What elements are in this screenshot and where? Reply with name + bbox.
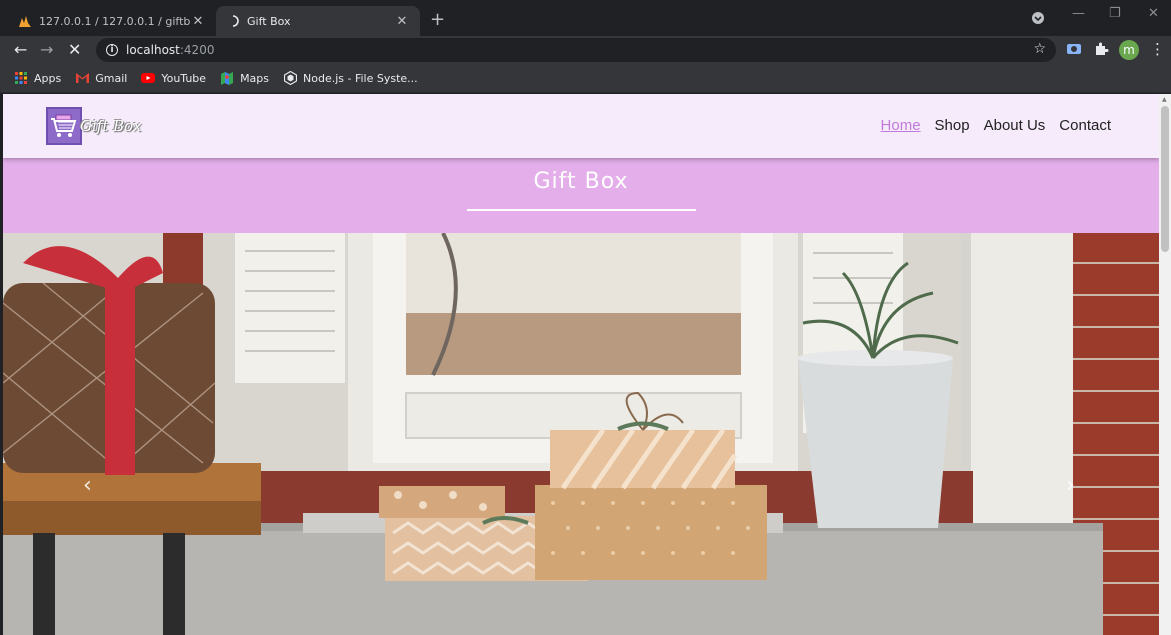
maps-icon (220, 71, 234, 85)
screen-capture-extension-icon[interactable] (1066, 41, 1082, 61)
page-viewport: Gift Box Home Shop About Us Contact Gift… (3, 94, 1159, 635)
bookmark-label: Apps (34, 71, 62, 85)
stop-loading-icon[interactable]: ✕ (68, 40, 81, 59)
profile-avatar[interactable]: m (1119, 40, 1139, 60)
tab-title: 127.0.0.1 / 127.0.0.1 / giftbox_db (39, 14, 190, 28)
browser-tab-strip: 127.0.0.1 / 127.0.0.1 / giftbox_db ✕ Gif… (0, 0, 1171, 36)
tab-search-icon[interactable] (1031, 11, 1045, 29)
carousel-next-icon[interactable]: › (1066, 473, 1075, 498)
browser-menu-icon[interactable]: ⋮ (1150, 40, 1165, 58)
forward-icon[interactable]: → (40, 40, 53, 59)
youtube-icon (141, 71, 156, 85)
minimize-icon[interactable]: — (1072, 6, 1085, 21)
close-tab-icon[interactable]: ✕ (190, 14, 206, 29)
tab-title: Gift Box (247, 14, 291, 28)
title-banner: Gift Box (3, 158, 1159, 233)
extensions-puzzle-icon[interactable] (1094, 41, 1109, 60)
hero-image (3, 233, 1159, 635)
bookmark-gmail[interactable]: Gmail (75, 71, 127, 85)
bookmark-label: Gmail (95, 71, 128, 85)
site-header: Gift Box Home Shop About Us Contact (3, 94, 1159, 158)
bookmark-star-icon[interactable]: ☆ (1033, 41, 1046, 57)
nav-shop-link[interactable]: Shop (935, 117, 970, 134)
hero-carousel: ‹ › (3, 233, 1159, 635)
gmail-icon (75, 71, 89, 85)
restore-icon[interactable]: ❐ (1109, 6, 1121, 21)
main-nav: Home Shop About Us Contact (867, 117, 1111, 134)
bookmark-maps[interactable]: Maps (220, 71, 269, 85)
banner-underline (467, 209, 696, 211)
tab-gift-box[interactable]: Gift Box ✕ (216, 6, 420, 36)
loading-icon (226, 14, 240, 28)
bookmarks-bar: Apps Gmail YouTube Maps Node.js - File S… (0, 64, 1171, 93)
tab-phpmyadmin[interactable]: 127.0.0.1 / 127.0.0.1 / giftbox_db ✕ (8, 6, 216, 36)
bookmark-label: Maps (240, 71, 270, 85)
close-window-icon[interactable]: ✕ (1148, 6, 1159, 21)
page-scrollbar[interactable]: ▲ (1159, 94, 1171, 635)
bookmark-label: Node.js - File Syste... (303, 71, 418, 85)
bookmark-youtube[interactable]: YouTube (141, 71, 206, 85)
shopping-cart-icon (46, 107, 82, 145)
bookmark-label: YouTube (161, 71, 207, 85)
banner-title: Gift Box (533, 169, 629, 194)
nav-home-link[interactable]: Home (881, 117, 921, 134)
bookmark-nodejs[interactable]: Node.js - File Syste... (283, 71, 418, 85)
scroll-up-icon[interactable]: ▲ (1162, 96, 1167, 103)
url-host: localhost (126, 43, 180, 57)
site-info-icon[interactable]: i (106, 44, 118, 56)
bookmark-apps[interactable]: Apps (14, 71, 61, 85)
apps-grid-icon (14, 71, 28, 85)
back-icon[interactable]: ← (14, 40, 27, 59)
nav-about-us-link[interactable]: About Us (984, 117, 1046, 134)
url-port: :4200 (179, 43, 215, 57)
close-tab-icon[interactable]: ✕ (394, 14, 410, 29)
new-tab-icon[interactable]: + (430, 9, 445, 30)
logo-text: Gift Box (80, 117, 142, 135)
browser-toolbar: ← → ✕ i localhost:4200 ☆ (0, 36, 1171, 64)
carousel-prev-icon[interactable]: ‹ (83, 473, 92, 498)
address-bar[interactable]: i localhost:4200 ☆ (96, 38, 1056, 62)
nav-contact-link[interactable]: Contact (1059, 117, 1111, 134)
phpmyadmin-icon (18, 14, 32, 28)
nodejs-icon (283, 71, 297, 85)
scrollbar-thumb[interactable] (1161, 106, 1169, 252)
site-logo[interactable]: Gift Box (46, 107, 142, 145)
